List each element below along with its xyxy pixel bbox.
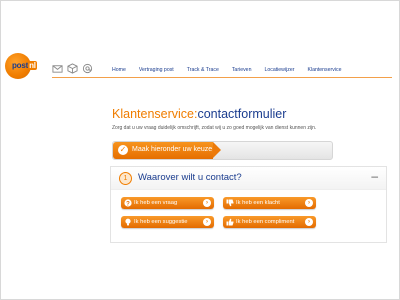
nav-divider <box>52 77 392 78</box>
nav-item-klantenservice[interactable]: Klantenservice <box>307 67 341 73</box>
logo-text: postnl <box>12 61 37 70</box>
at-icon[interactable] <box>82 63 93 74</box>
header-icons <box>52 63 93 75</box>
option-label: Ik heb een compliment <box>236 219 295 225</box>
chevron-right-icon: › <box>203 199 211 207</box>
option-suggestie-button[interactable]: Ik heb een suggestie › <box>121 216 214 228</box>
package-icon[interactable] <box>67 63 78 74</box>
question-header[interactable]: 1 Waarover wilt u contact? – <box>111 167 386 190</box>
active-step: ✓ Maak hieronder uw keuze <box>113 142 213 159</box>
mail-icon[interactable] <box>52 63 63 74</box>
option-label: Ik heb een suggestie <box>134 219 188 225</box>
lightbulb-icon <box>125 218 131 226</box>
question-icon: ? <box>124 199 132 207</box>
page-subtitle: Zorg dat u uw vraag duidelijk omschrijft… <box>112 125 317 131</box>
thumbs-up-icon <box>226 218 234 226</box>
nav-item-track-trace[interactable]: Track & Trace <box>187 67 219 73</box>
question-panel: 1 Waarover wilt u contact? – ? Ik heb ee… <box>110 166 387 243</box>
option-label: Ik heb een klacht <box>236 200 280 206</box>
question-number: 1 <box>119 172 132 185</box>
main-nav: Home Vertraging post Track & Trace Tarie… <box>112 67 354 73</box>
active-step-label: Maak hieronder uw keuze <box>132 146 213 153</box>
nav-item-tarieven[interactable]: Tarieven <box>232 67 252 73</box>
chevron-right-icon: › <box>305 218 313 226</box>
option-vraag-button[interactable]: ? Ik heb een vraag › <box>121 197 214 209</box>
nav-item-locatiewijzer[interactable]: Locatiewijzer <box>264 67 294 73</box>
svg-text:?: ? <box>126 201 130 207</box>
step-arrow <box>213 142 221 158</box>
postnl-logo[interactable]: postnl <box>5 53 37 79</box>
collapse-icon[interactable]: – <box>371 169 378 183</box>
nav-item-vertraging-post[interactable]: Vertraging post <box>139 67 174 73</box>
option-klacht-button[interactable]: Ik heb een klacht › <box>223 197 316 209</box>
thumbs-down-icon <box>226 199 234 207</box>
chevron-right-icon: › <box>305 199 313 207</box>
step-progress-bar: ✓ Maak hieronder uw keuze <box>112 141 333 160</box>
question-text: Waarover wilt u contact? <box>138 172 242 183</box>
chevron-right-icon: › <box>203 218 211 226</box>
check-icon: ✓ <box>118 145 128 155</box>
option-label: Ik heb een vraag <box>134 200 178 206</box>
page-title: Klantenservice:contactformulier <box>112 107 287 121</box>
nav-item-home[interactable]: Home <box>112 67 126 73</box>
option-compliment-button[interactable]: Ik heb een compliment › <box>223 216 316 228</box>
